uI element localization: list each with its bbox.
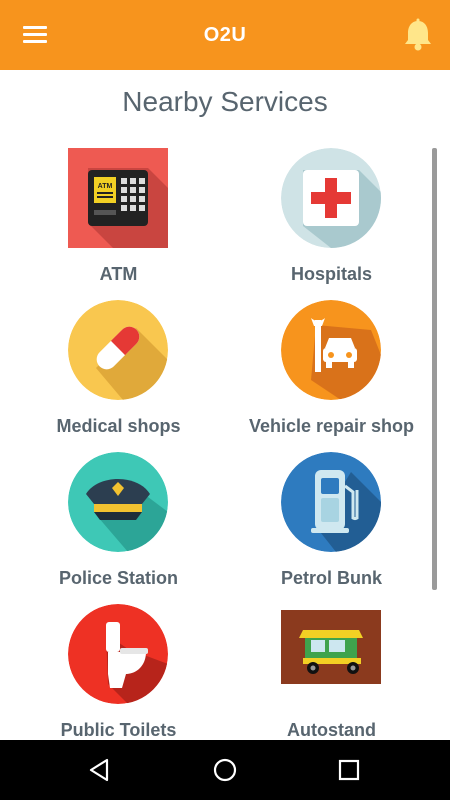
toilet-icon xyxy=(68,604,168,704)
service-tile-hospitals[interactable]: Hospitals xyxy=(219,140,444,292)
page-title: Nearby Services xyxy=(122,86,328,117)
service-label: Petrol Bunk xyxy=(280,568,382,588)
service-tile-police-station[interactable]: Police Station xyxy=(6,444,231,596)
service-label: Medical shops xyxy=(56,416,181,436)
svg-text:ATM: ATM xyxy=(98,183,113,190)
home-circle-icon[interactable] xyxy=(210,755,240,785)
service-tile-petrol-bunk[interactable]: Petrol Bunk xyxy=(219,444,444,596)
service-tile-autostand[interactable]: Autostand xyxy=(219,596,444,740)
service-label: Public Toilets xyxy=(60,720,177,740)
car-wrench-icon xyxy=(281,300,381,400)
service-label: ATM xyxy=(99,264,138,284)
service-label: Hospitals xyxy=(290,264,373,284)
service-tile-vehicle-repair-shop[interactable]: Vehicle repair shop xyxy=(219,292,444,444)
service-label: Police Station xyxy=(58,568,179,588)
back-triangle-icon[interactable] xyxy=(85,755,115,785)
bell-icon[interactable] xyxy=(402,18,434,52)
service-label: Autostand xyxy=(287,720,376,740)
app-title: O2U xyxy=(203,24,247,46)
app-screen: O2U Nearby Services ATM ATM Hospitals Me… xyxy=(0,0,450,800)
service-tile-public-toilets[interactable]: Public Toilets xyxy=(6,596,231,740)
service-tile-medical-shops[interactable]: Medical shops xyxy=(6,292,231,444)
service-tile-atm[interactable]: ATM ATM xyxy=(6,140,231,292)
auto-rickshaw-icon xyxy=(281,610,381,684)
first-aid-cross-icon xyxy=(281,148,381,248)
services-grid[interactable]: ATM ATM Hospitals Medical shops Vehicle … xyxy=(0,140,450,740)
scrollbar[interactable] xyxy=(432,148,437,590)
police-cap-icon xyxy=(68,452,168,552)
atm-machine-icon: ATM xyxy=(68,148,168,248)
fuel-pump-icon xyxy=(281,452,381,552)
recent-apps-square-icon[interactable] xyxy=(334,755,364,785)
service-label: Vehicle repair shop xyxy=(248,416,415,436)
system-navigation-bar xyxy=(0,740,450,800)
pill-capsule-icon xyxy=(68,300,168,400)
app-toolbar: O2U xyxy=(0,0,450,70)
